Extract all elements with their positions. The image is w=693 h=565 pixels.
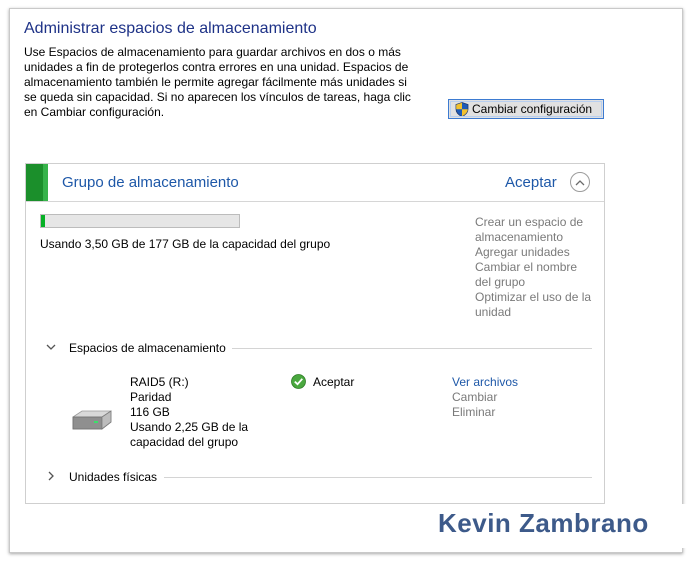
watermark: Kevin Zambrano	[418, 504, 688, 548]
space-status-label: Aceptar	[313, 374, 355, 389]
space-action-links: Ver archivos Cambiar Eliminar	[452, 375, 518, 420]
pool-header: Grupo de almacenamiento Aceptar	[26, 164, 604, 202]
space-usage: Usando 2,25 GB de la capacidad del grupo	[130, 420, 249, 449]
pool-status-accent	[26, 164, 48, 201]
physical-drives-label: Unidades físicas	[69, 470, 164, 484]
optimize-drive-usage-link[interactable]: Optimizar el uso de la unidad	[475, 290, 595, 320]
change-settings-label: Cambiar configuración	[472, 102, 593, 116]
physical-drives-section-header[interactable]: Unidades físicas	[44, 469, 592, 485]
check-circle-icon	[291, 374, 306, 389]
space-name: RAID5 (R:)	[130, 375, 189, 389]
pool-title: Grupo de almacenamiento	[62, 174, 239, 191]
pool-task-links: Crear un espacio de almacenamiento Agreg…	[475, 215, 595, 320]
chevron-right-icon	[48, 471, 54, 481]
pool-status: Aceptar	[505, 174, 557, 191]
space-status: Aceptar	[291, 374, 354, 389]
space-resiliency: Paridad	[130, 390, 172, 404]
chevron-down-icon	[46, 344, 56, 350]
page-title: Administrar espacios de almacenamiento	[24, 20, 317, 37]
rename-pool-link[interactable]: Cambiar el nombre del grupo	[475, 260, 595, 290]
uac-shield-icon	[455, 101, 469, 117]
section-divider	[164, 477, 592, 478]
watermark-text: Kevin Zambrano	[438, 508, 649, 538]
chevron-up-icon	[575, 179, 585, 185]
section-divider	[204, 348, 592, 349]
pool-usage-text: Usando 3,50 GB de 177 GB de la capacidad…	[40, 237, 331, 251]
hard-drive-icon	[72, 410, 112, 430]
storage-spaces-section-header[interactable]: Espacios de almacenamiento	[44, 340, 592, 356]
view-files-link[interactable]: Ver archivos	[452, 375, 518, 390]
storage-space-info: RAID5 (R:) Paridad 116 GB Usando 2,25 GB…	[130, 375, 280, 450]
page-description: Use Espacios de almacenamiento para guar…	[24, 45, 411, 119]
pool-usage-fill	[41, 215, 45, 227]
storage-pool-panel: Grupo de almacenamiento Aceptar Usando 3…	[25, 163, 605, 504]
space-size: 116 GB	[130, 405, 170, 419]
pool-usage-bar	[40, 214, 240, 228]
change-settings-button[interactable]: Cambiar configuración	[448, 99, 604, 119]
create-space-link[interactable]: Crear un espacio de almacenamiento	[475, 215, 595, 245]
delete-space-link[interactable]: Eliminar	[452, 405, 518, 420]
collapse-pool-button[interactable]	[570, 172, 590, 192]
change-space-link[interactable]: Cambiar	[452, 390, 518, 405]
storage-spaces-label: Espacios de almacenamiento	[69, 341, 232, 355]
add-drives-link[interactable]: Agregar unidades	[475, 245, 595, 260]
